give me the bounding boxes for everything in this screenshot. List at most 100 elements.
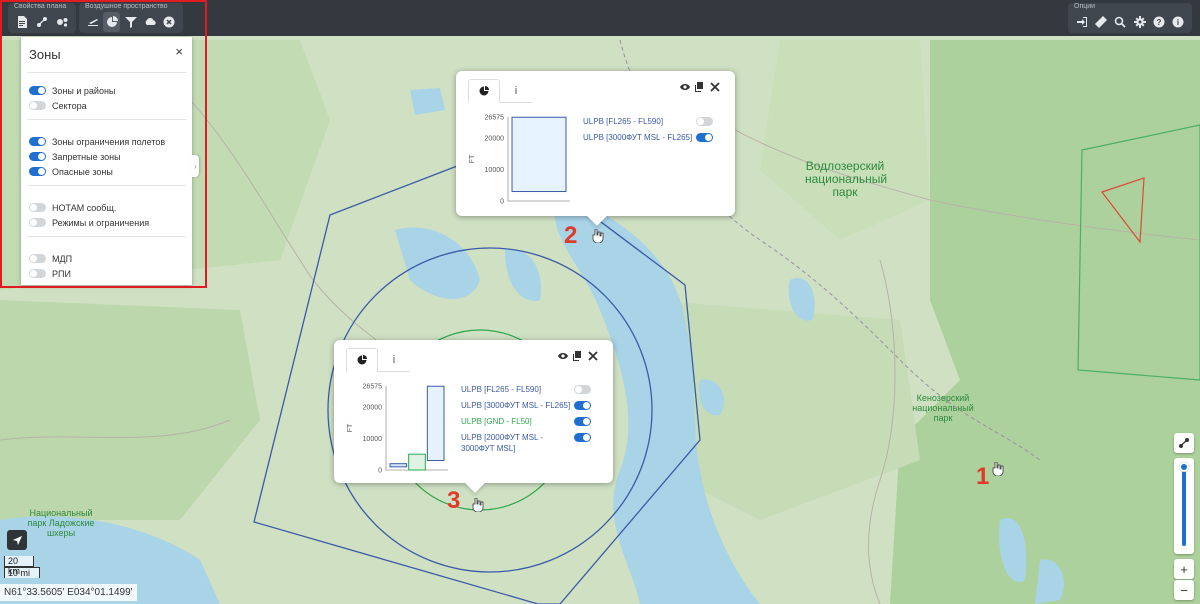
login-icon[interactable]	[1073, 12, 1090, 32]
layer-toggle[interactable]	[574, 433, 591, 442]
layer-toggle[interactable]	[696, 117, 713, 126]
zones-panel-close-icon[interactable]: ×	[175, 44, 183, 59]
altitude-bar[interactable]	[511, 116, 567, 193]
zoom-out-button[interactable]: −	[1174, 580, 1194, 600]
layer-toggle[interactable]	[574, 417, 591, 426]
zone-toggle-label: РПИ	[52, 268, 71, 279]
tab-chart[interactable]	[346, 348, 378, 372]
map-controls: + −	[1174, 433, 1194, 600]
toggle-switch[interactable]	[29, 137, 46, 146]
zone-toggle-row[interactable]: НОТАМ сообщ.	[29, 201, 116, 214]
toggle-switch[interactable]	[29, 254, 46, 263]
annotation-number-3: 3	[447, 487, 461, 514]
annotation-number-1: 1	[976, 463, 990, 490]
zone-toggle-row[interactable]: Зоны ограничения полетов	[29, 135, 165, 148]
close-icon[interactable]	[587, 350, 598, 361]
y-tick-label: 10000	[363, 436, 383, 443]
zoom-in-button[interactable]: +	[1174, 559, 1194, 579]
svg-text:i: i	[1177, 18, 1179, 27]
layer-name: ULPB [2000ФУТ MSL - 3000ФУТ MSL]	[461, 433, 544, 453]
layer-row[interactable]: ULPB [GND - FL50]	[461, 416, 591, 427]
airspace-title: Воздушное пространство	[85, 3, 168, 10]
layer-toggle[interactable]	[574, 401, 591, 410]
zone-toggle-label: Запретные зоны	[52, 151, 121, 162]
zoom-track[interactable]	[1182, 466, 1186, 546]
locate-button[interactable]	[7, 530, 27, 550]
tab-info[interactable]: i	[500, 79, 532, 103]
layer-row[interactable]: ULPB [FL265 - FL590]	[583, 116, 713, 127]
help-icon[interactable]: ?	[1150, 12, 1167, 32]
toggle-switch[interactable]	[29, 101, 46, 110]
altitude-bar[interactable]	[408, 453, 426, 471]
zone-toggle-row[interactable]: РПИ	[29, 267, 71, 280]
popup-tools	[679, 81, 720, 92]
route-tool-button[interactable]	[1174, 433, 1194, 453]
document-icon[interactable]	[13, 12, 31, 32]
zone-toggle-row[interactable]: Зоны и районы	[29, 84, 115, 97]
panel-collapse-handle[interactable]: ›	[192, 155, 199, 177]
zone-toggle-label: НОТАМ сообщ.	[52, 202, 117, 213]
zones-panel-title: Зоны	[29, 47, 61, 62]
toggle-switch[interactable]	[29, 203, 46, 212]
y-tick-label: 20000	[485, 135, 505, 142]
zoom-knob[interactable]	[1179, 462, 1189, 472]
plane-icon[interactable]	[84, 12, 101, 32]
y-tick-label: 26575	[363, 384, 383, 391]
layer-row[interactable]: ULPB [2000ФУТ MSL - 3000ФУТ MSL]	[461, 432, 591, 454]
zone-toggle-row[interactable]: Режимы и ограничения	[29, 216, 149, 229]
info-icon[interactable]: i	[1170, 12, 1187, 32]
zone-toggle-row[interactable]: Сектора	[29, 99, 87, 112]
navigation-arrow-icon	[12, 535, 22, 545]
divider	[27, 72, 186, 73]
search-icon[interactable]	[1112, 12, 1129, 32]
eye-icon[interactable]	[557, 350, 568, 361]
y-tick-label: 0	[378, 468, 382, 475]
hand-cursor-icon	[592, 229, 604, 243]
zone-toggle-row[interactable]: Запретные зоны	[29, 150, 121, 163]
zoom-slider[interactable]	[1174, 458, 1194, 554]
altitude-bar[interactable]	[426, 385, 445, 462]
toggle-switch[interactable]	[29, 86, 46, 95]
layer-toggle[interactable]	[696, 133, 713, 142]
svg-text:?: ?	[1157, 18, 1162, 27]
airspace-group: Воздушное пространство	[79, 3, 183, 33]
zone-toggle-row[interactable]: Опасные зоны	[29, 165, 113, 178]
tab-info[interactable]: i	[378, 348, 410, 372]
toggle-switch[interactable]	[29, 269, 46, 278]
map-label-ladoga: Национальный парк Ладожские шхеры	[27, 508, 95, 538]
altitude-chart: 0 10000 20000 26575 FT	[469, 115, 570, 206]
tab-chart[interactable]	[468, 79, 500, 103]
ruler-icon[interactable]	[1092, 12, 1109, 32]
pie-chart-icon[interactable]	[103, 12, 121, 32]
copy-icon[interactable]	[572, 350, 583, 361]
y-axis-label: FT	[347, 423, 354, 432]
settings-cogs-icon[interactable]	[53, 12, 71, 32]
layer-name: ULPB [3000ФУТ MSL - FL265]	[461, 401, 571, 410]
close-circle-icon[interactable]	[161, 12, 178, 32]
toggle-switch[interactable]	[29, 152, 46, 161]
zone-toggle-label: Зоны и районы	[52, 85, 116, 96]
layer-row[interactable]: ULPB [FL265 - FL590]	[461, 384, 591, 395]
layer-name: ULPB [FL265 - FL590]	[461, 385, 542, 394]
scale-bar: 20 km 10 mi	[4, 556, 40, 578]
layer-row[interactable]: ULPB [3000ФУТ MSL - FL265]	[461, 400, 591, 411]
scale-km: 20 km	[4, 556, 34, 576]
cloud-icon[interactable]	[142, 12, 159, 32]
layer-toggle[interactable]	[574, 385, 591, 394]
map-label-kenozersky: Кенозерский национальный парк	[912, 393, 974, 423]
eye-icon[interactable]	[679, 81, 690, 92]
layer-row[interactable]: ULPB [3000ФУТ MSL - FL265]	[583, 132, 713, 143]
route-icon[interactable]	[33, 12, 51, 32]
gear-icon[interactable]	[1131, 12, 1148, 32]
toggle-switch[interactable]	[29, 218, 46, 227]
zone-toggle-row[interactable]: МДП	[29, 252, 72, 265]
altitude-bar[interactable]	[389, 463, 408, 468]
layer-list: ULPB [FL265 - FL590] ULPB [3000ФУТ MSL - …	[583, 116, 713, 148]
scale-mi: 10 mi	[4, 567, 40, 578]
zone-toggle-label: Сектора	[52, 100, 87, 111]
toggle-switch[interactable]	[29, 167, 46, 176]
copy-icon[interactable]	[694, 81, 705, 92]
close-icon[interactable]	[709, 81, 720, 92]
annotation-number-2: 2	[564, 222, 578, 249]
filter-icon[interactable]	[122, 12, 139, 32]
